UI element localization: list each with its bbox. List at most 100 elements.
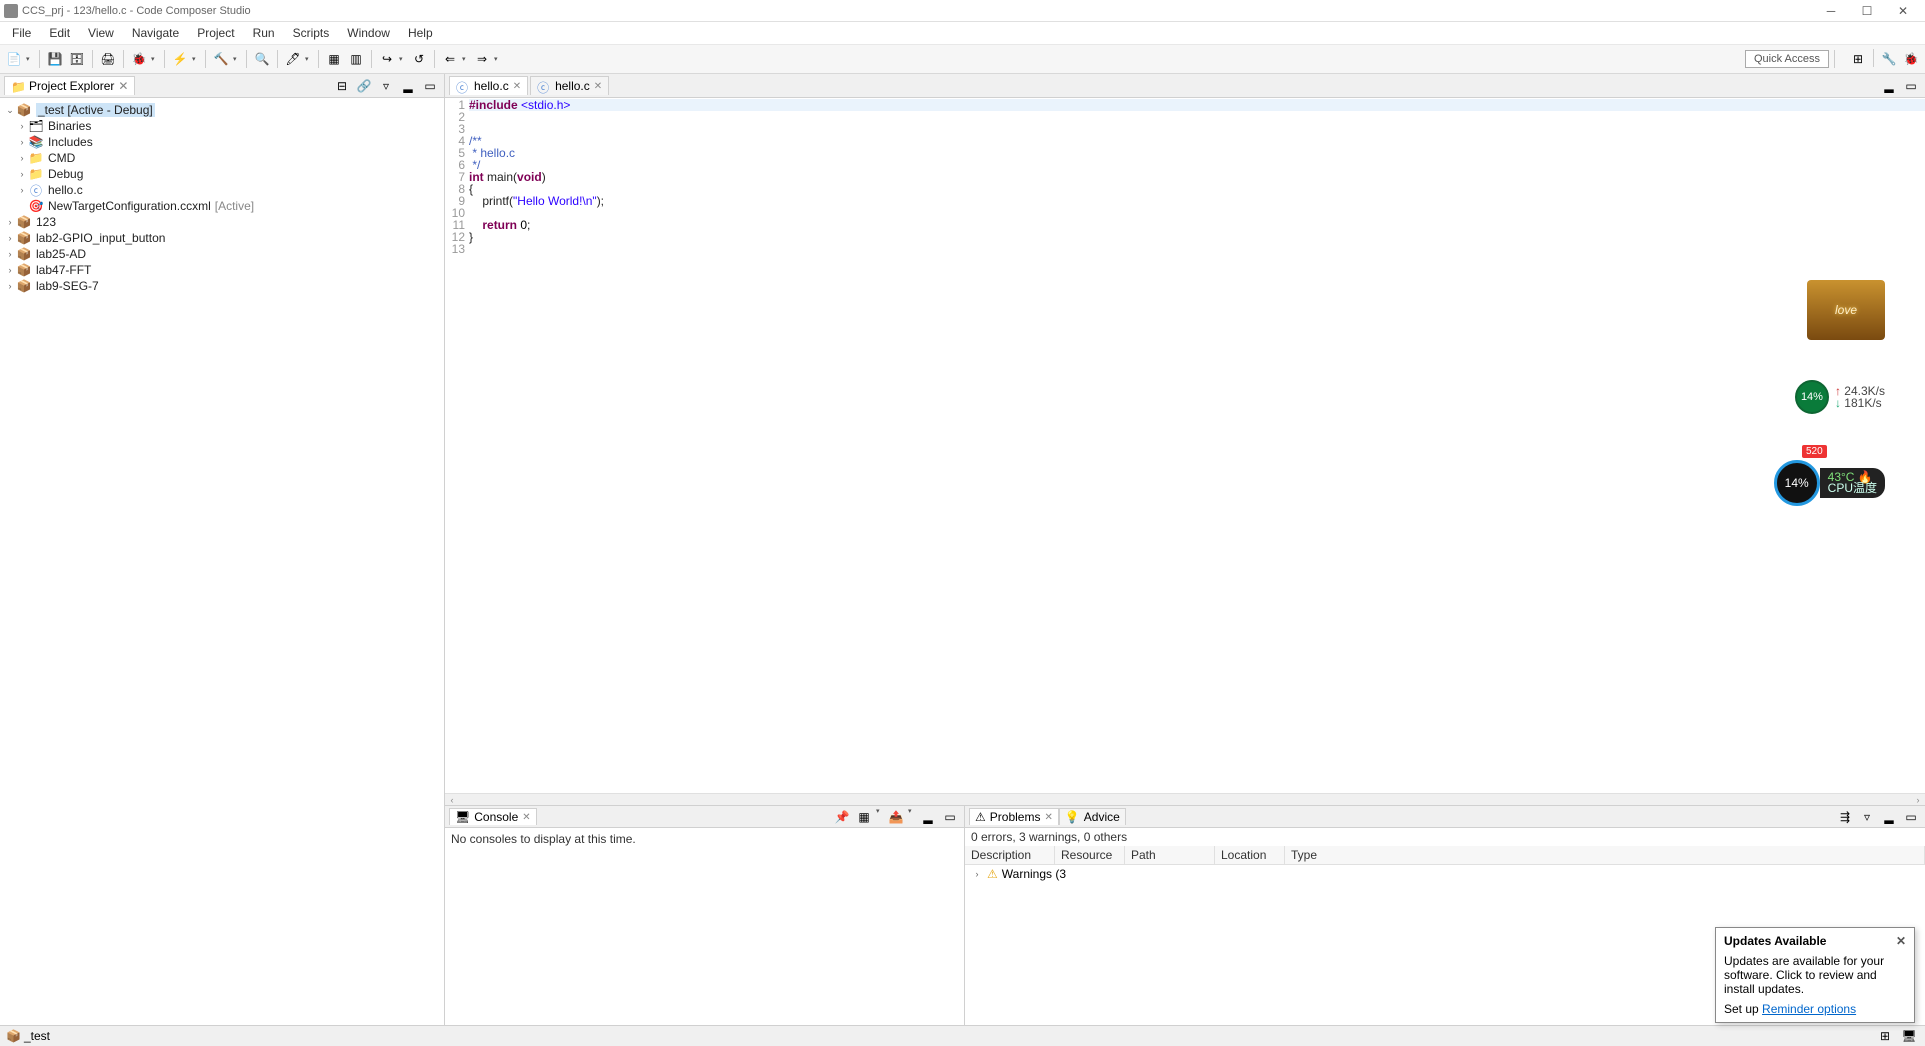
scroll-right-icon[interactable]: › <box>1911 795 1925 805</box>
reminder-options-link[interactable]: Reminder options <box>1762 1002 1856 1016</box>
maximize-problems-button[interactable]: ▭ <box>1901 807 1921 827</box>
tree-project-lab25[interactable]: › 📦 lab25-AD <box>2 246 442 262</box>
desktop-widget-cpu[interactable]: 14% 520 43°C 🔥 CPU温度 <box>1774 460 1885 506</box>
back-button[interactable]: ⇐ <box>440 49 460 69</box>
minimize-editor-button[interactable]: ▂ <box>1879 76 1899 96</box>
print-button[interactable]: 🖨 <box>98 49 118 69</box>
filter-button[interactable]: ⇶ <box>1835 807 1855 827</box>
close-icon[interactable]: ✕ <box>1896 934 1906 948</box>
resume-button[interactable]: ↺ <box>409 49 429 69</box>
scroll-left-icon[interactable]: ‹ <box>445 795 459 805</box>
menu-help[interactable]: Help <box>400 24 441 42</box>
flash-dropdown[interactable]: ▾ <box>192 55 200 63</box>
chevron-right-icon[interactable]: › <box>4 281 16 291</box>
perspective-ccs-button[interactable]: 🔧 <box>1879 49 1899 69</box>
link-editor-button[interactable]: 🔗 <box>354 76 374 96</box>
close-icon[interactable]: ✕ <box>522 812 530 823</box>
problems-tab[interactable]: ⚠ Problems ✕ <box>969 808 1059 825</box>
tree-project-lab9[interactable]: › 📦 lab9-SEG-7 <box>2 278 442 294</box>
view-menu-button[interactable]: ▿ <box>376 76 396 96</box>
chevron-right-icon[interactable]: › <box>16 121 28 131</box>
new-button[interactable]: 📄 <box>4 49 24 69</box>
menu-project[interactable]: Project <box>189 24 242 42</box>
chevron-right-icon[interactable]: › <box>4 233 16 243</box>
maximize-console-button[interactable]: ▭ <box>940 807 960 827</box>
highlight-dropdown[interactable]: ▾ <box>305 55 313 63</box>
code-editor[interactable]: 12345678910111213 #include <stdio.h> /**… <box>445 98 1925 793</box>
close-icon[interactable]: ✕ <box>513 81 521 92</box>
save-button[interactable]: 💾 <box>45 49 65 69</box>
col-description[interactable]: Description <box>965 846 1055 864</box>
project-tree[interactable]: ⌄ 📦 _test [Active - Debug] › 🗂 Binaries … <box>0 98 444 1025</box>
menu-edit[interactable]: Edit <box>41 24 78 42</box>
project-explorer-tab[interactable]: 📁 Project Explorer ✕ <box>4 76 135 95</box>
debug-dropdown[interactable]: ▾ <box>151 55 159 63</box>
debug-button[interactable]: 🐞 <box>129 49 149 69</box>
editor-tab-hello-2[interactable]: ⓒ hello.c ✕ <box>530 76 609 95</box>
chevron-right-icon[interactable]: › <box>4 249 16 259</box>
save-all-button[interactable]: 🗄 <box>67 49 87 69</box>
tree-project-lab47[interactable]: › 📦 lab47-FFT <box>2 262 442 278</box>
perspective-open-button[interactable]: ⊞ <box>1848 49 1868 69</box>
grid-button[interactable]: ▦ <box>324 49 344 69</box>
perspective-debug-button[interactable]: 🐞 <box>1901 49 1921 69</box>
maximize-view-button[interactable]: ▭ <box>420 76 440 96</box>
menu-scripts[interactable]: Scripts <box>285 24 338 42</box>
menu-window[interactable]: Window <box>339 24 398 42</box>
highlight-button[interactable]: 🖊 <box>283 49 303 69</box>
code-area[interactable]: #include <stdio.h> /** * hello.c */int m… <box>469 98 1925 793</box>
view-menu-button[interactable]: ▿ <box>1857 807 1877 827</box>
menu-view[interactable]: View <box>80 24 122 42</box>
menu-file[interactable]: File <box>4 24 39 42</box>
menu-run[interactable]: Run <box>245 24 283 42</box>
advice-tab[interactable]: 💡 Advice <box>1059 808 1126 825</box>
tree-item-hello-c[interactable]: › ⓒ hello.c <box>2 182 442 198</box>
tree-item-cmd[interactable]: › 📁 CMD <box>2 150 442 166</box>
table-row-warnings[interactable]: › ⚠ Warnings (3 <box>965 865 1925 883</box>
tree-item-debug[interactable]: › 📁 Debug <box>2 166 442 182</box>
minimize-console-button[interactable]: ▂ <box>918 807 938 827</box>
console-open-button[interactable]: 📤 <box>886 807 906 827</box>
new-dropdown[interactable]: ▾ <box>26 55 34 63</box>
chevron-right-icon[interactable]: › <box>16 169 28 179</box>
collapse-all-button[interactable]: ⊟ <box>332 76 352 96</box>
console-display-button[interactable]: ▦ <box>854 807 874 827</box>
close-icon[interactable]: ✕ <box>1044 812 1052 823</box>
chevron-right-icon[interactable]: › <box>16 137 28 147</box>
build-dropdown[interactable]: ▾ <box>233 55 241 63</box>
minimize-button[interactable]: ─ <box>1813 1 1849 21</box>
col-location[interactable]: Location <box>1215 846 1285 864</box>
desktop-widget-love[interactable]: love <box>1807 280 1885 340</box>
minimize-view-button[interactable]: ▂ <box>398 76 418 96</box>
maximize-editor-button[interactable]: ▭ <box>1901 76 1921 96</box>
col-type[interactable]: Type <box>1285 846 1925 864</box>
console-pin-button[interactable]: 📌 <box>832 807 852 827</box>
grid2-button[interactable]: ▥ <box>346 49 366 69</box>
col-resource[interactable]: Resource <box>1055 846 1125 864</box>
flash-button[interactable]: ⚡ <box>170 49 190 69</box>
desktop-widget-network[interactable]: 14% 24.3K/s 181K/s <box>1795 380 1885 414</box>
tree-project-lab2[interactable]: › 📦 lab2-GPIO_input_button <box>2 230 442 246</box>
search-button[interactable]: 🔍 <box>252 49 272 69</box>
menu-navigate[interactable]: Navigate <box>124 24 187 42</box>
chevron-right-icon[interactable]: › <box>4 217 16 227</box>
status-views-button[interactable]: ⊞ <box>1875 1026 1895 1046</box>
close-button[interactable]: ✕ <box>1885 1 1921 21</box>
close-icon[interactable]: ✕ <box>118 79 128 93</box>
forward-button[interactable]: ⇒ <box>472 49 492 69</box>
tree-project-123[interactable]: › 📦 123 <box>2 214 442 230</box>
tree-item-binaries[interactable]: › 🗂 Binaries <box>2 118 442 134</box>
chevron-right-icon[interactable]: › <box>4 265 16 275</box>
col-path[interactable]: Path <box>1125 846 1215 864</box>
status-console-button[interactable]: 🖥 <box>1899 1026 1919 1046</box>
tree-project-active[interactable]: ⌄ 📦 _test [Active - Debug] <box>2 102 442 118</box>
build-button[interactable]: 🔨 <box>211 49 231 69</box>
chevron-right-icon[interactable]: › <box>971 869 983 879</box>
step-return-button[interactable]: ↪ <box>377 49 397 69</box>
chevron-right-icon[interactable]: › <box>16 153 28 163</box>
chevron-right-icon[interactable]: › <box>16 185 28 195</box>
quick-access-button[interactable]: Quick Access <box>1745 50 1829 68</box>
editor-tab-hello-1[interactable]: ⓒ hello.c ✕ <box>449 76 528 95</box>
editor-scrollbar-h[interactable]: ‹ › <box>445 793 1925 805</box>
maximize-button[interactable]: ☐ <box>1849 1 1885 21</box>
